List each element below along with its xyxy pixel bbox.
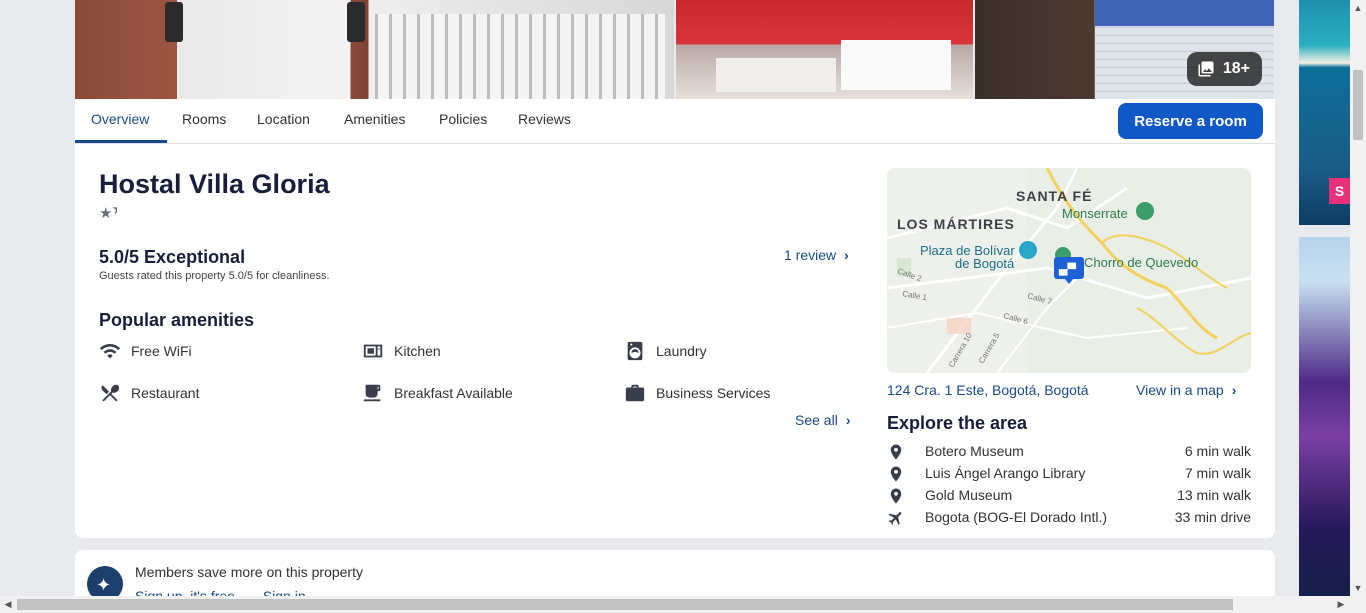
bed-decoration xyxy=(841,40,951,90)
half-star-icon: ★ xyxy=(111,200,117,218)
hotel-photo-bed[interactable]: 18+ xyxy=(975,0,1274,99)
map-graphic: ▄▀ SANTA FÉ Monserrate LOS MÁRTIRES Plaz… xyxy=(887,168,1251,373)
section-tabs: Overview Rooms Location Amenities Polici… xyxy=(75,99,1275,144)
advertisement[interactable]: S xyxy=(1299,0,1350,225)
explore-item: Bogota (BOG-El Dorado Intl.) 33 min driv… xyxy=(887,508,1251,528)
scrollbar-thumb[interactable] xyxy=(1353,70,1363,140)
amenity-label: Free WiFi xyxy=(131,343,192,359)
map-label: Chorro de Quevedo xyxy=(1084,255,1198,270)
amenity-item: Free WiFi xyxy=(99,340,192,362)
active-tab-indicator xyxy=(75,140,167,143)
explore-item: Gold Museum 13 min walk xyxy=(887,486,1251,506)
laundry-icon xyxy=(627,341,643,361)
wifi-icon xyxy=(99,344,121,359)
explore-item-distance: 6 min walk xyxy=(1184,443,1251,459)
advertisement[interactable] xyxy=(1299,237,1350,600)
tab-reviews[interactable]: Reviews xyxy=(518,111,571,127)
scrollbar-thumb[interactable] xyxy=(17,599,1233,610)
explore-item-distance: 13 min walk xyxy=(1177,487,1251,503)
svg-text:✦: ✦ xyxy=(96,575,111,596)
coffee-icon xyxy=(363,384,381,402)
chevron-right-icon: › xyxy=(1231,382,1237,398)
location-pin-icon xyxy=(890,466,902,482)
property-overview-card: Overview Rooms Location Amenities Polici… xyxy=(75,99,1275,538)
chevron-right-icon: › xyxy=(845,412,851,428)
property-name: Hostal Villa Gloria xyxy=(99,169,330,199)
chevron-right-icon: › xyxy=(844,247,849,263)
reserve-room-button[interactable]: Reserve a room xyxy=(1118,103,1263,139)
landmark-marker-icon xyxy=(1019,241,1037,259)
map-label: de Bogotá xyxy=(955,256,1015,271)
lamp-decoration xyxy=(347,2,365,42)
airplane-icon xyxy=(888,512,902,525)
guest-rating-subtext: Guests rated this property 5.0/5 for cle… xyxy=(99,270,330,282)
amenity-label: Breakfast Available xyxy=(394,385,513,401)
ad-rail: S xyxy=(1299,0,1350,600)
members-text: Members save more on this property xyxy=(135,564,363,580)
explore-item-distance: 7 min walk xyxy=(1184,465,1251,481)
see-all-amenities-link[interactable]: See all › xyxy=(795,412,850,428)
property-address: 124 Cra. 1 Este, Bogotá, Bogotá xyxy=(887,382,1089,398)
scroll-down-arrow-icon[interactable]: ▼ xyxy=(1350,580,1366,596)
scroll-left-arrow-icon[interactable]: ◀ xyxy=(0,596,16,613)
scroll-up-arrow-icon[interactable]: ▲ xyxy=(1350,0,1366,16)
hotel-photo-exterior[interactable] xyxy=(75,0,674,99)
explore-item-name: Botero Museum xyxy=(925,443,1024,459)
tab-amenities[interactable]: Amenities xyxy=(344,111,405,127)
reviews-link[interactable]: 1 review › xyxy=(784,247,849,263)
explore-item-name: Luis Ángel Arango Library xyxy=(925,465,1086,481)
see-all-label: See all xyxy=(795,412,838,428)
explore-item: Botero Museum 6 min walk xyxy=(887,442,1251,462)
amenity-label: Laundry xyxy=(656,343,707,359)
amenity-item: Laundry xyxy=(624,340,707,362)
guest-rating: 5.0/5 Exceptional xyxy=(99,247,246,267)
lamp-decoration xyxy=(165,2,183,42)
map-label: SANTA FÉ xyxy=(1016,188,1092,204)
hotel-photo-room[interactable] xyxy=(676,0,973,99)
explore-heading: Explore the area xyxy=(887,413,1028,433)
star-rating: ★★ xyxy=(99,200,117,222)
amenity-item: Kitchen xyxy=(362,340,441,362)
map-label: LOS MÁRTIRES xyxy=(897,216,1015,232)
map-label: Monserrate xyxy=(1062,206,1128,221)
star-icon: ★ xyxy=(99,205,112,222)
amenity-label: Restaurant xyxy=(131,385,200,401)
amenities-heading: Popular amenities xyxy=(99,310,255,330)
scroll-right-arrow-icon[interactable]: ▶ xyxy=(1333,596,1349,613)
view-in-map-label: View in a map xyxy=(1136,382,1224,398)
photo-count-button[interactable]: 18+ xyxy=(1186,52,1262,86)
bed-icon: ▄▀ xyxy=(1058,262,1076,276)
tab-location[interactable]: Location xyxy=(257,111,310,127)
ad-badge: S xyxy=(1329,178,1350,204)
kitchen-icon xyxy=(363,344,383,358)
bed-decoration xyxy=(716,58,836,92)
photo-gallery-icon xyxy=(1198,61,1214,77)
amenity-item: Restaurant xyxy=(99,382,199,404)
horizontal-scrollbar[interactable]: ◀ ▶ xyxy=(0,596,1366,613)
explore-item: Luis Ángel Arango Library 7 min walk xyxy=(887,464,1251,484)
explore-item-distance: 33 min drive xyxy=(1174,509,1251,525)
photo-count-label: 18+ xyxy=(1222,60,1250,77)
location-pin-icon xyxy=(890,488,902,504)
restaurant-icon xyxy=(101,384,120,402)
amenity-label: Business Services xyxy=(656,385,771,401)
amenity-item: Breakfast Available xyxy=(362,382,513,404)
park-marker-icon xyxy=(1136,202,1154,220)
tab-overview[interactable]: Overview xyxy=(91,111,149,127)
vertical-scrollbar[interactable]: ▲ ▼ xyxy=(1350,0,1366,596)
pillow-decoration xyxy=(1095,0,1274,26)
tab-rooms[interactable]: Rooms xyxy=(182,111,226,127)
tab-policies[interactable]: Policies xyxy=(439,111,487,127)
briefcase-icon xyxy=(625,384,645,402)
explore-item-name: Gold Museum xyxy=(925,487,1013,503)
amenity-item: Business Services xyxy=(624,382,770,404)
photo-gallery[interactable]: 18+ xyxy=(75,0,1275,99)
reviews-link-label: 1 review xyxy=(784,247,837,263)
window-bars-decoration xyxy=(375,14,665,99)
location-map[interactable]: ▄▀ SANTA FÉ Monserrate LOS MÁRTIRES Plaz… xyxy=(887,168,1251,373)
explore-item-name: Bogota (BOG-El Dorado Intl.) xyxy=(925,509,1108,525)
amenity-label: Kitchen xyxy=(394,343,441,359)
location-pin-icon xyxy=(890,444,902,460)
view-in-map-link[interactable]: View in a map › xyxy=(1136,382,1236,398)
